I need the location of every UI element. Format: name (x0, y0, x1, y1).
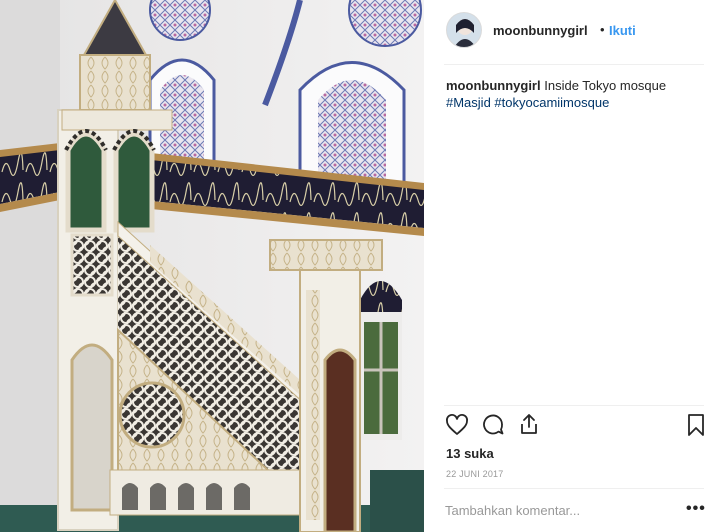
mosque-minbar-image (0, 0, 424, 532)
post-caption: moonbunnygirl Inside Tokyo mosque #Masji… (446, 77, 706, 111)
more-options-icon[interactable]: ••• (686, 500, 706, 518)
divider (444, 64, 704, 65)
avatar[interactable] (446, 12, 482, 48)
share-icon[interactable] (517, 412, 543, 438)
likes-count[interactable]: 13 suka (446, 446, 494, 461)
comment-input[interactable] (445, 500, 675, 520)
hashtag-link[interactable]: #Masjid (446, 95, 491, 110)
avatar-image (447, 13, 481, 47)
caption-username-link[interactable]: moonbunnygirl (446, 78, 541, 93)
post-header: moonbunnygirl • Ikuti (424, 0, 719, 64)
follow-button[interactable]: Ikuti (609, 23, 636, 38)
heart-icon[interactable] (445, 413, 471, 439)
post-sidebar: moonbunnygirl • Ikuti moonbunnygirl Insi… (424, 0, 719, 532)
caption-text: Inside Tokyo mosque (544, 78, 667, 93)
divider (444, 488, 704, 489)
header-username-link[interactable]: moonbunnygirl (493, 23, 588, 38)
separator-dot: • (600, 22, 605, 37)
post-date: 22 JUNI 2017 (446, 469, 504, 479)
divider (444, 405, 704, 406)
hashtag-link[interactable]: #tokyocamiimosque (494, 95, 609, 110)
post-photo[interactable] (0, 0, 424, 532)
bookmark-icon[interactable] (684, 413, 710, 439)
comment-icon[interactable] (481, 413, 507, 439)
